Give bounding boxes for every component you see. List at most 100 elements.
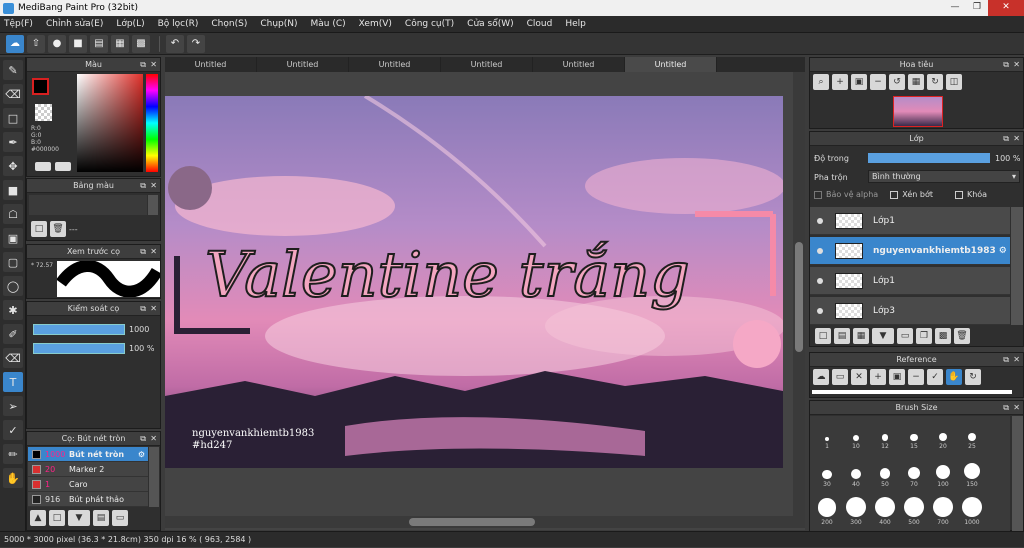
hue-slider[interactable] — [146, 74, 158, 172]
close-icon[interactable]: ✕ — [150, 179, 157, 193]
brush-size-option[interactable]: 1000 — [957, 496, 987, 526]
blend-mode-select[interactable]: Bình thường ▾ — [868, 170, 1020, 183]
undock-icon[interactable]: ⧉ — [1003, 401, 1009, 415]
artwork-canvas[interactable]: Valentine trắng nguyenvankhiemtb1983 #hd… — [165, 96, 783, 468]
pen-tool-icon[interactable]: ✒ — [3, 132, 23, 152]
merge-layer-icon[interactable]: ▩ — [935, 328, 951, 344]
reference-canvas[interactable] — [812, 390, 1012, 394]
rotate-right-icon[interactable]: ↻ — [927, 74, 943, 90]
delete-palette-icon[interactable]: 🗑 — [50, 221, 66, 237]
hand-icon[interactable]: ✋ — [946, 369, 962, 385]
operation-tool-icon[interactable]: ➢ — [3, 396, 23, 416]
close-icon[interactable]: ✕ — [150, 58, 157, 72]
menu-select[interactable]: Chọn(S) — [211, 19, 247, 29]
brush-size-option[interactable]: 20 — [928, 420, 958, 450]
protect-alpha-checkbox[interactable] — [814, 190, 822, 199]
canvas-vertical-scrollbar[interactable] — [793, 72, 805, 516]
eye-icon[interactable] — [817, 277, 823, 284]
magic-wand-tool-icon[interactable]: ✱ — [3, 300, 23, 320]
menu-cloud[interactable]: Cloud — [527, 19, 553, 29]
cloud-icon[interactable]: ☁ — [6, 34, 24, 53]
undock-icon[interactable]: ⧉ — [140, 58, 146, 72]
fill-rect-tool-icon[interactable]: ■ — [3, 180, 23, 200]
eye-icon[interactable] — [817, 247, 823, 254]
layer-list-scrollbar[interactable] — [1011, 207, 1023, 325]
brush-size-option[interactable]: 12 — [870, 420, 900, 450]
brush-size-option[interactable]: 100 — [928, 458, 958, 488]
undock-icon[interactable]: ⧉ — [1003, 353, 1009, 367]
actual-size-icon[interactable]: ▣ — [851, 74, 867, 90]
close-icon[interactable]: ✕ — [1013, 401, 1020, 415]
gradient-tool-icon[interactable]: ▣ — [3, 228, 23, 248]
brush-list-item[interactable]: 20 Marker 2 — [28, 462, 148, 477]
close-icon[interactable]: ✕ — [150, 302, 157, 316]
foreground-color-swatch[interactable] — [32, 78, 49, 95]
brush-list-item[interactable]: 916 Bút phát thảo — [28, 492, 148, 507]
lasso-tool-icon[interactable]: ◯ — [3, 276, 23, 296]
hand-tool-icon[interactable]: ✋ — [3, 468, 23, 488]
tab-untitled-4[interactable]: Untitled — [441, 57, 533, 72]
brush-size-option[interactable]: 10 — [841, 420, 871, 450]
zoom-fit-icon[interactable]: ⌕ — [813, 74, 829, 90]
flip-icon[interactable]: ◫ — [946, 74, 962, 90]
menu-file[interactable]: Tệp(F) — [4, 19, 33, 29]
tab-untitled-5[interactable]: Untitled — [533, 57, 625, 72]
brush-folder-icon[interactable]: ▭ — [112, 510, 128, 526]
layer-row-selected[interactable]: nguyenvankhiemtb1983 ⚙ — [810, 237, 1010, 265]
gear-icon[interactable]: ⚙ — [999, 246, 1007, 256]
layer-row[interactable]: Lớp3 — [810, 297, 1010, 325]
navigator-thumbnail[interactable] — [893, 96, 943, 127]
brush-list-scrollbar[interactable] — [149, 447, 159, 507]
minimize-button[interactable]: — — [944, 0, 966, 16]
brush-size-option[interactable]: 150 — [957, 458, 987, 488]
eraser-tool-icon[interactable]: ⌫ — [3, 84, 23, 104]
menu-snap[interactable]: Chụp(N) — [260, 19, 297, 29]
brush-size-slider[interactable] — [33, 324, 125, 335]
text-tool-icon[interactable]: T — [3, 372, 23, 392]
gear-icon[interactable]: ⚙ — [138, 450, 145, 459]
new-palette-icon[interactable]: □ — [31, 221, 47, 237]
lock-checkbox[interactable] — [954, 190, 963, 199]
move-tool-icon[interactable]: ✥ — [3, 156, 23, 176]
close-icon[interactable]: ✕ — [150, 432, 157, 446]
menu-layer[interactable]: Lớp(L) — [116, 19, 144, 29]
new-brush-icon[interactable]: □ — [49, 510, 65, 526]
eye-icon[interactable] — [817, 307, 823, 314]
select-rect-tool-icon[interactable]: ▢ — [3, 252, 23, 272]
brush-size-option[interactable]: 15 — [899, 420, 929, 450]
divide-tool-icon[interactable]: ✏ — [3, 444, 23, 464]
brush-size-scrollbar[interactable] — [1012, 416, 1023, 532]
background-color-swatch[interactable] — [35, 104, 52, 121]
zoom-in-icon[interactable]: + — [870, 369, 886, 385]
select-eraser-tool-icon[interactable]: ⌫ — [3, 348, 23, 368]
rotate-left-icon[interactable]: ↺ — [889, 74, 905, 90]
layer-row[interactable]: Lớp1 — [810, 267, 1010, 295]
tab-untitled-2[interactable]: Untitled — [257, 57, 349, 72]
chat-icon[interactable]: ■ — [69, 34, 87, 53]
menu-filter[interactable]: Bộ lọc(R) — [158, 19, 199, 29]
layer-row[interactable]: Lớp1 — [810, 207, 1010, 235]
undock-icon[interactable]: ⧉ — [1003, 58, 1009, 72]
menu-help[interactable]: Help — [565, 19, 586, 29]
color-swap-button[interactable] — [55, 162, 71, 171]
folder-icon[interactable]: ▭ — [897, 328, 913, 344]
brush-menu-icon[interactable]: ▼ — [68, 510, 90, 526]
palette-scrollbar[interactable] — [148, 195, 158, 215]
eye-icon[interactable] — [817, 217, 823, 224]
brush-size-option[interactable]: 40 — [841, 458, 871, 488]
add-brush-icon[interactable]: ▲ — [30, 510, 46, 526]
undock-icon[interactable]: ⧉ — [140, 432, 146, 446]
select-pen-tool-icon[interactable]: ✐ — [3, 324, 23, 344]
undock-icon[interactable]: ⧉ — [140, 245, 146, 259]
brush-tool-icon[interactable]: ✎ — [3, 60, 23, 80]
brush-size-option[interactable]: 700 — [928, 496, 958, 526]
canvas-area[interactable]: Valentine trắng nguyenvankhiemtb1983 #hd… — [165, 72, 805, 530]
brush-opacity-slider[interactable] — [33, 343, 125, 354]
delete-layer-icon[interactable]: 🗑 — [954, 328, 970, 344]
undock-icon[interactable]: ⧉ — [1003, 132, 1009, 146]
cloud-download-icon[interactable]: ☁ — [813, 369, 829, 385]
rotate-icon[interactable]: ↻ — [965, 369, 981, 385]
undo-icon[interactable]: ↶ — [166, 34, 184, 53]
close-icon[interactable]: ✕ — [1013, 132, 1020, 146]
menu-window[interactable]: Cửa sổ(W) — [467, 19, 513, 29]
